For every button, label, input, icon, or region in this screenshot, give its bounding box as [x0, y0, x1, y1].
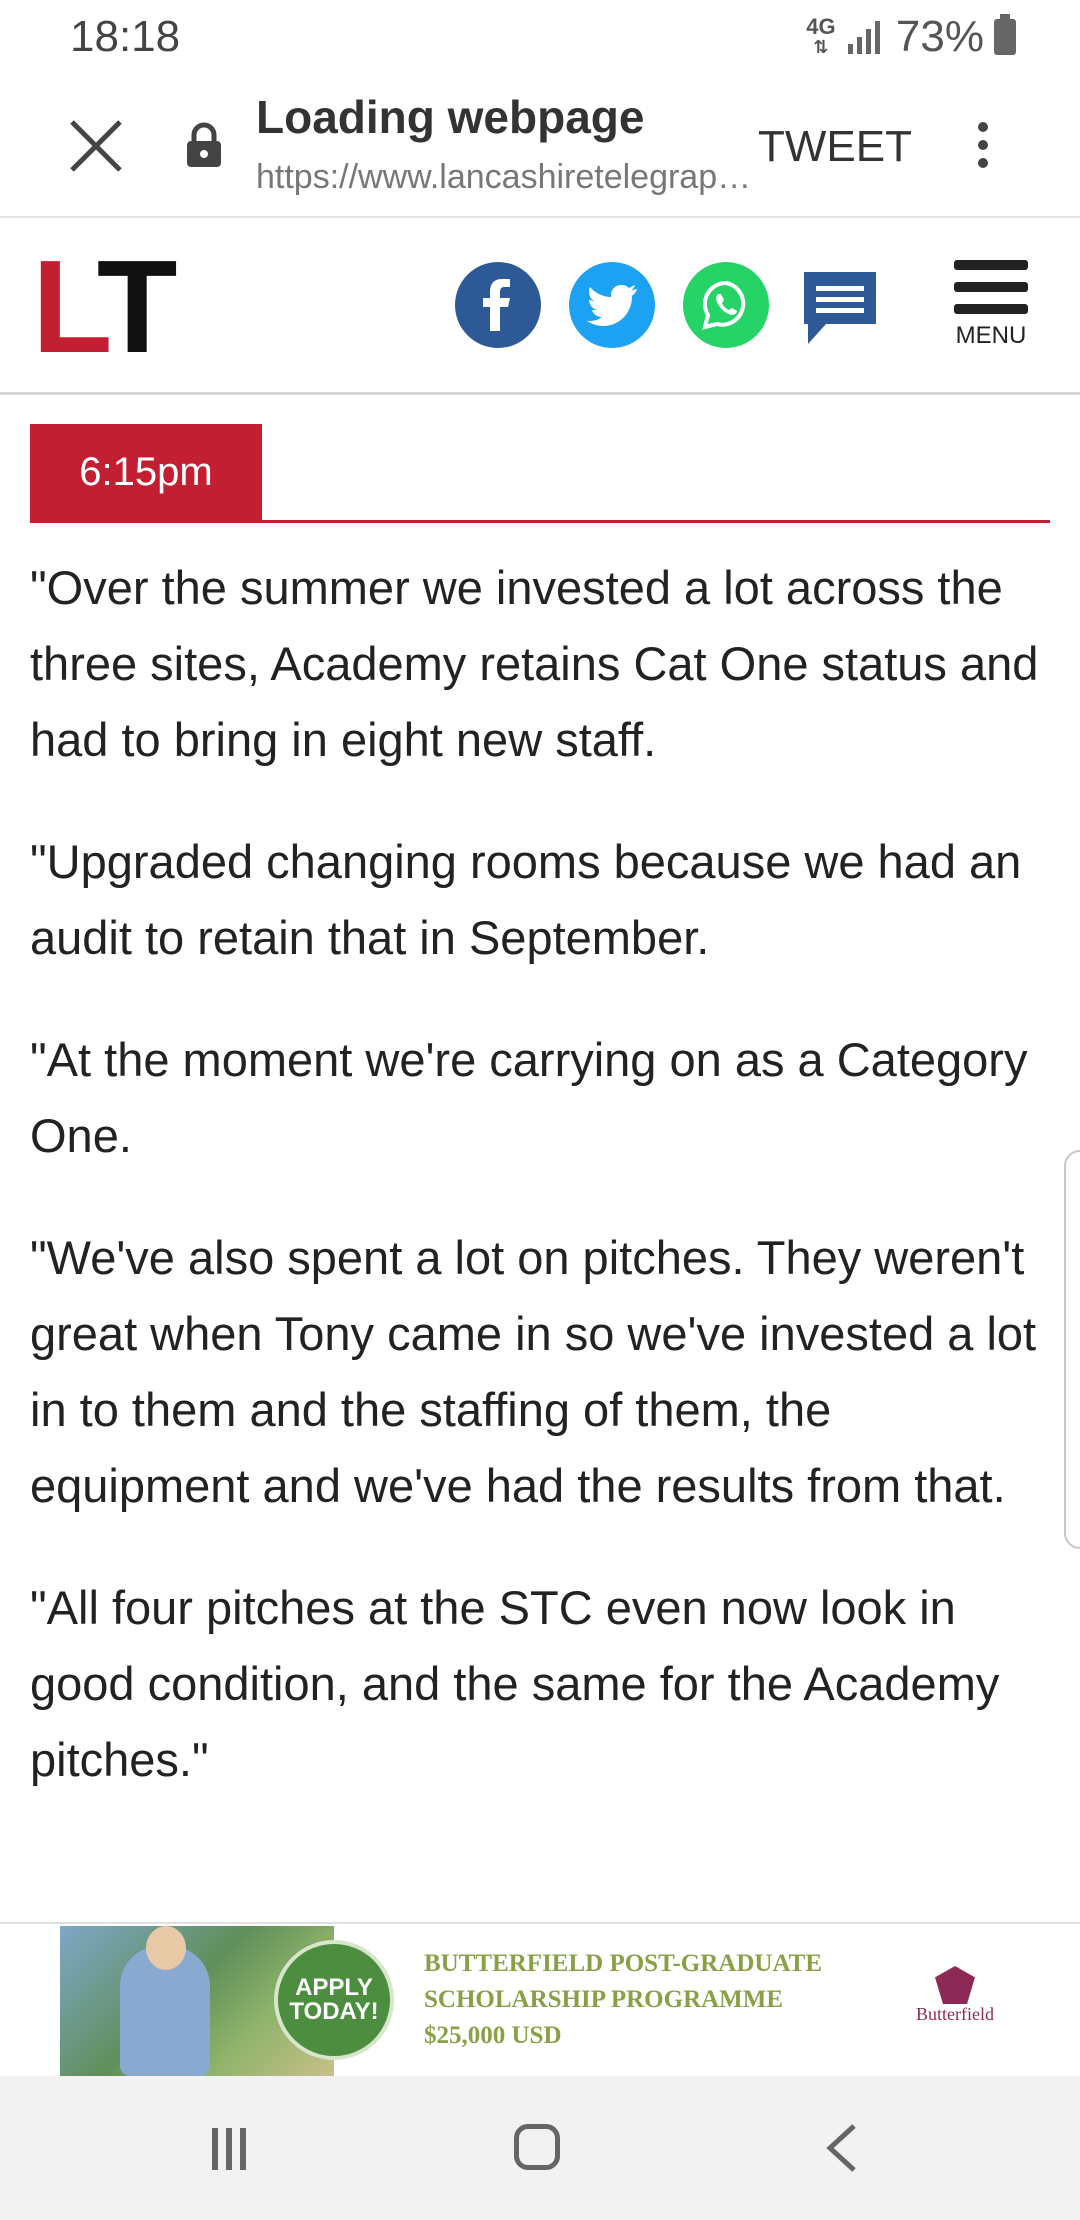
scroll-handle[interactable]: [1064, 1150, 1080, 1549]
butterfield-crest-icon: [935, 1966, 975, 2004]
signal-icon: [847, 21, 880, 54]
close-icon[interactable]: [66, 116, 126, 176]
page-url[interactable]: https://www.lancashiretelegrap…: [256, 158, 756, 197]
status-time: 18:18: [70, 12, 181, 61]
logo-letter-t: T: [96, 233, 178, 380]
ad-line2: SCHOLARSHIP PROGRAMME: [424, 1986, 784, 2013]
browser-toolbar: Loading webpage https://www.lancashirete…: [0, 76, 1080, 218]
comment-icon[interactable]: [800, 268, 880, 350]
ad-line3: $25,000 USD: [424, 2022, 562, 2049]
ad-logo-text: Butterfield: [916, 2004, 994, 2024]
logo-letter-l: L: [32, 233, 103, 380]
home-icon[interactable]: [514, 2124, 560, 2170]
timestamp-badge: 6:15pm: [30, 424, 262, 520]
more-vert-icon[interactable]: [968, 116, 998, 182]
ad-banner[interactable]: APPLY TODAY! BUTTERFIELD POST-GRADUATE S…: [0, 1922, 1080, 2078]
ad-badge-line2: TODAY!: [289, 1998, 379, 2025]
status-indicators: 4G ⇅ 73%: [806, 12, 1016, 62]
article-paragraph: "We've also spent a lot on pitches. They…: [30, 1231, 1037, 1512]
whatsapp-share-button[interactable]: [683, 262, 769, 348]
ad-line1: BUTTERFIELD POST-GRADUATE: [424, 1950, 822, 1977]
site-header: LT MENU: [0, 218, 1080, 395]
timestamp-divider: 6:15pm: [30, 424, 1050, 523]
page-title: Loading webpage: [256, 91, 645, 143]
article-paragraph: "At the moment we're carrying on as a Ca…: [30, 1033, 1028, 1162]
facebook-icon: [483, 279, 510, 331]
system-nav-bar: [0, 2076, 1080, 2220]
battery-percent: 73%: [895, 12, 984, 61]
tweet-button[interactable]: TWEET: [758, 122, 912, 172]
twitter-icon: [587, 285, 637, 326]
recent-apps-icon[interactable]: [212, 2128, 258, 2172]
menu-button[interactable]: MENU: [950, 260, 1032, 350]
ad-badge-line1: APPLY: [295, 1974, 373, 2001]
facebook-share-button[interactable]: [455, 262, 541, 348]
twitter-share-button[interactable]: [569, 262, 655, 348]
lock-icon: [187, 122, 221, 167]
hamburger-icon: [954, 260, 1028, 270]
battery-icon: [994, 14, 1016, 55]
ad-text: BUTTERFIELD POST-GRADUATE SCHOLARSHIP PR…: [424, 1946, 884, 2054]
network-type-label: 4G: [806, 14, 836, 39]
menu-label: MENU: [955, 322, 1027, 349]
article-paragraph: "Over the summer we invested a lot acros…: [30, 561, 1039, 766]
article-paragraph: "Upgraded changing rooms because we had …: [30, 835, 1022, 964]
ad-logo: Butterfield: [900, 1966, 1010, 2025]
whatsapp-icon: [702, 280, 746, 330]
back-icon[interactable]: [822, 2122, 862, 2174]
site-logo[interactable]: LT: [32, 241, 177, 373]
ad-apply-badge[interactable]: APPLY TODAY!: [274, 1940, 394, 2060]
article-body: "Over the summer we invested a lot acros…: [30, 550, 1050, 1844]
article-paragraph: "All four pitches at the STC even now lo…: [30, 1581, 1000, 1786]
status-bar: 18:18 4G ⇅ 73%: [0, 0, 1080, 76]
network-type-icon: 4G ⇅: [806, 14, 836, 58]
